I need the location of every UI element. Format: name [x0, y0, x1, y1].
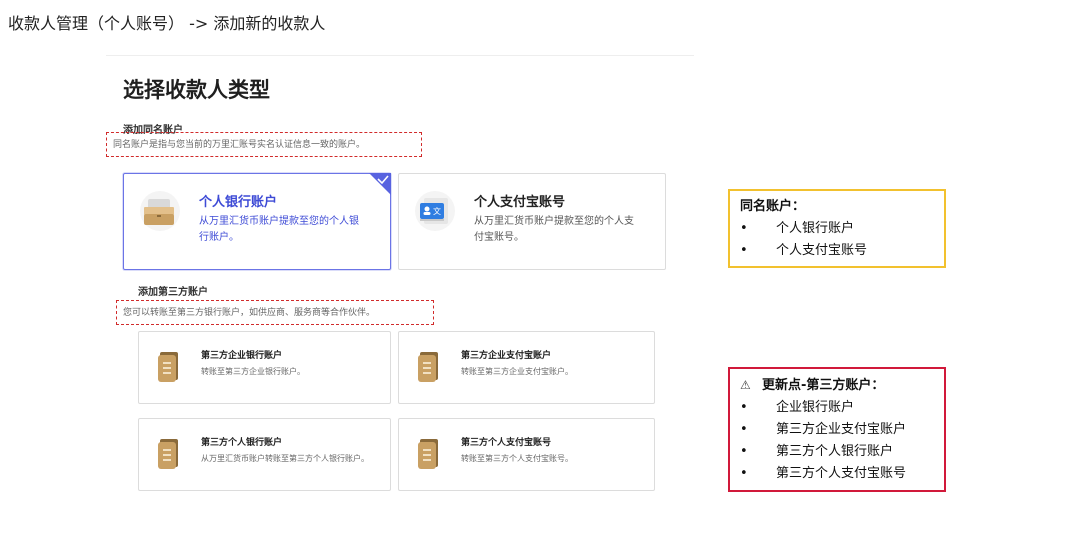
page-title: 选择收款人类型 — [123, 78, 270, 102]
card-personal-alipay-account[interactable]: 文 个人支付宝账号 从万里汇货币账户提款至您的个人支付宝账号。 — [398, 173, 666, 270]
warning-icon: ⚠ — [740, 378, 751, 392]
card-title: 个人支付宝账号 — [474, 195, 566, 210]
third-party-section-title: 添加第三方账户 — [138, 287, 208, 298]
card-title: 第三方个人支付宝账号 — [461, 438, 552, 448]
card-description: 从万里汇货币账户提款至您的个人支付宝账号。 — [474, 216, 634, 243]
callout-heading: ⚠ 更新点-第三方账户： — [740, 375, 934, 396]
document-icon — [158, 439, 178, 469]
card-title: 第三方企业支付宝账户 — [461, 351, 552, 361]
svg-text:文: 文 — [433, 206, 441, 216]
selected-check-icon — [369, 173, 391, 195]
breadcrumb: 收款人管理（个人账号） -> 添加新的收款人 — [8, 14, 326, 33]
document-icon — [158, 352, 178, 382]
callout-list-item: 第三方企业支付宝账户 — [740, 419, 934, 441]
third-party-section-desc: 您可以转账至第三方银行账户，如供应商、服务商等合作伙伴。 — [116, 300, 434, 325]
callout-list-item: 第三方个人银行账户 — [740, 441, 934, 463]
update-callout: ⚠ 更新点-第三方账户： 企业银行账户 第三方企业支付宝账户 第三方个人银行账户 … — [728, 367, 946, 492]
bank-card-icon — [140, 191, 180, 231]
payee-type-panel: 选择收款人类型 添加同名账户 同名账户是指与您当前的万里汇账号实名认证信息一致的… — [106, 55, 694, 515]
card-title: 第三方企业银行账户 — [201, 351, 283, 361]
callout-title: 更新点-第三方账户： — [762, 378, 885, 393]
card-title: 个人银行账户 — [199, 195, 278, 210]
callout-title: 同名账户： — [740, 199, 806, 214]
alipay-id-icon: 文 — [415, 191, 455, 231]
card-description: 从万里汇货币账户转账至第三方个人银行账户。 — [201, 454, 369, 463]
card-third-party-company-alipay[interactable]: 第三方企业支付宝账户 转账至第三方企业支付宝账户。 — [398, 331, 655, 404]
callout-list: 个人银行账户 个人支付宝账号 — [740, 218, 934, 262]
document-icon — [418, 439, 438, 469]
card-description: 从万里汇货币账户提款至您的个人银行账户。 — [199, 216, 359, 243]
card-third-party-personal-bank[interactable]: 第三方个人银行账户 从万里汇货币账户转账至第三方个人银行账户。 — [138, 418, 391, 491]
card-personal-bank-account[interactable]: 个人银行账户 从万里汇货币账户提款至您的个人银行账户。 — [123, 173, 391, 270]
card-title: 第三方个人银行账户 — [201, 438, 283, 448]
card-description: 转账至第三方个人支付宝账号。 — [461, 454, 573, 463]
card-third-party-company-bank[interactable]: 第三方企业银行账户 转账至第三方企业银行账户。 — [138, 331, 391, 404]
callout-list-item: 个人支付宝账号 — [740, 240, 934, 262]
callout-list-item: 企业银行账户 — [740, 397, 934, 419]
same-name-section-desc: 同名账户是指与您当前的万里汇账号实名认证信息一致的账户。 — [106, 132, 422, 157]
callout-list-item: 第三方个人支付宝账号 — [740, 463, 934, 485]
document-icon — [418, 352, 438, 382]
card-description: 转账至第三方企业支付宝账户。 — [461, 367, 573, 376]
card-description: 转账至第三方企业银行账户。 — [201, 367, 305, 376]
same-name-callout: 同名账户： 个人银行账户 个人支付宝账号 — [728, 189, 946, 268]
callout-list-item: 个人银行账户 — [740, 218, 934, 240]
card-third-party-personal-alipay[interactable]: 第三方个人支付宝账号 转账至第三方个人支付宝账号。 — [398, 418, 655, 491]
panel-divider — [106, 55, 694, 56]
callout-list: 企业银行账户 第三方企业支付宝账户 第三方个人银行账户 第三方个人支付宝账号 — [740, 397, 934, 485]
